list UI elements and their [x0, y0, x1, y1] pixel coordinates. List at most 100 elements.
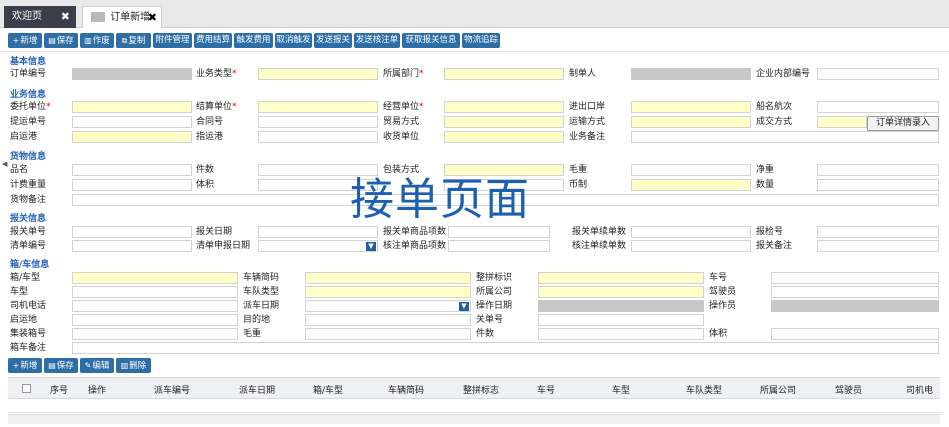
- chevron-down-icon[interactable]: ▼: [366, 242, 376, 251]
- label-customs-no: 报关单号: [10, 227, 47, 237]
- vehicle-add-button[interactable]: +新增: [8, 358, 42, 373]
- consignee-field[interactable]: [444, 131, 564, 143]
- deal-mode-field[interactable]: [817, 116, 867, 128]
- col-fleet-type[interactable]: 车队类型: [686, 383, 722, 396]
- plate-no-field[interactable]: [771, 272, 939, 284]
- col-plate-no[interactable]: 车号: [537, 383, 555, 396]
- label-dest-port: 指运港: [196, 132, 224, 142]
- port-field[interactable]: [631, 101, 751, 113]
- business-type-field[interactable]: [258, 68, 378, 80]
- contract-no-field[interactable]: [258, 116, 378, 128]
- inspection-no-field[interactable]: [817, 226, 939, 238]
- customs-remark-field[interactable]: [817, 240, 939, 252]
- col-company[interactable]: 所属公司: [760, 383, 796, 396]
- label-operate-date: 操作日期: [476, 301, 513, 311]
- customs-seal-field[interactable]: [538, 314, 704, 326]
- horizontal-scrollbar[interactable]: [8, 414, 940, 424]
- label-dispatch-date: 派车日期: [243, 301, 280, 311]
- charge-weight-field[interactable]: [72, 179, 192, 191]
- company-field[interactable]: [538, 286, 704, 298]
- label-customs-cont: 报关单续单数: [572, 227, 627, 237]
- vehicle-remark-field[interactable]: [72, 342, 939, 354]
- col-driver[interactable]: 驾驶员: [835, 383, 862, 396]
- col-dispatch-no[interactable]: 派车编号: [154, 383, 190, 396]
- origin-field[interactable]: [72, 314, 238, 326]
- tab-order-new[interactable]: 订单新增 ✖: [82, 6, 162, 28]
- business-remark-field[interactable]: [631, 131, 939, 143]
- col-consolidate[interactable]: 整拼标志: [463, 383, 499, 396]
- dispatch-date-field[interactable]: ▼: [305, 300, 471, 312]
- copy-button[interactable]: ⧉复制: [116, 33, 151, 48]
- vehicle-delete-button[interactable]: ▥删除: [116, 358, 151, 373]
- container-no-field[interactable]: [72, 328, 238, 340]
- department-field[interactable]: [444, 68, 564, 80]
- vehicle-edit-button[interactable]: ✎编辑: [80, 358, 114, 373]
- save-icon: ▤: [48, 361, 56, 370]
- collapse-arrow-icon[interactable]: ◀: [2, 160, 7, 168]
- send-customs-button[interactable]: 发送报关: [314, 33, 352, 48]
- destination-field[interactable]: [305, 314, 471, 326]
- col-driver-phone[interactable]: 司机电: [906, 383, 933, 396]
- list-date-field[interactable]: ▼: [258, 240, 378, 252]
- v-pieces-field[interactable]: [538, 328, 704, 340]
- driver-field[interactable]: [771, 286, 939, 298]
- close-icon[interactable]: ✖: [61, 6, 70, 28]
- col-vehicle-code[interactable]: 车辆简码: [388, 383, 424, 396]
- trade-mode-field[interactable]: [444, 116, 564, 128]
- col-vehicle-type[interactable]: 车型: [612, 383, 630, 396]
- vehicle-edit-label: 编辑: [92, 361, 110, 371]
- quantity-field[interactable]: [817, 179, 939, 191]
- v-gross-weight-field[interactable]: [305, 328, 471, 340]
- label-goods-name: 品名: [10, 165, 29, 175]
- vehicle-type-field[interactable]: [72, 286, 238, 298]
- box-type-field[interactable]: [72, 272, 238, 284]
- currency-field[interactable]: [631, 179, 751, 191]
- trigger-fee-label: 触发费用: [236, 35, 271, 45]
- depart-port-field[interactable]: [72, 131, 192, 143]
- label-business-remark: 业务备注: [569, 132, 606, 142]
- verify-items-field[interactable]: [448, 240, 550, 252]
- list-no-field[interactable]: [72, 240, 192, 252]
- send-verify-button[interactable]: 发送核注单: [354, 33, 400, 48]
- close-icon[interactable]: ✖: [148, 7, 157, 29]
- vehicle-code-field[interactable]: [305, 272, 471, 284]
- settle-unit-field[interactable]: [258, 101, 378, 113]
- logistics-track-button[interactable]: 物流追踪: [462, 33, 500, 48]
- operate-unit-field[interactable]: [444, 101, 564, 113]
- vehicle-save-button[interactable]: ▤保存: [44, 358, 78, 373]
- bl-no-field[interactable]: [72, 116, 192, 128]
- order-detail-button[interactable]: 订单详情录入: [867, 116, 939, 131]
- net-weight-field[interactable]: [817, 164, 939, 176]
- trigger-fee-button[interactable]: 触发费用: [234, 33, 273, 48]
- goods-name-field[interactable]: [72, 164, 192, 176]
- fleet-type-field[interactable]: [305, 286, 471, 298]
- internal-no-field[interactable]: [817, 68, 939, 80]
- driver-phone-field[interactable]: [72, 300, 238, 312]
- transport-mode-field[interactable]: [631, 116, 751, 128]
- customs-no-field[interactable]: [72, 226, 192, 238]
- col-dispatch-date[interactable]: 派车日期: [239, 383, 275, 396]
- dest-port-field[interactable]: [258, 131, 378, 143]
- client-field[interactable]: [72, 101, 192, 113]
- fee-settle-button[interactable]: 费用结算: [194, 33, 232, 48]
- void-button[interactable]: ▥作废: [80, 33, 114, 48]
- chevron-down-icon[interactable]: ▼: [459, 302, 469, 311]
- customs-cont-field[interactable]: [631, 226, 751, 238]
- vehicle-grid-body: [8, 399, 940, 413]
- col-box-type[interactable]: 箱/车型: [313, 383, 343, 396]
- col-seq[interactable]: 序号: [50, 383, 68, 396]
- verify-cont-field[interactable]: [631, 240, 751, 252]
- get-customs-info-button[interactable]: 获取报关信息: [402, 33, 460, 48]
- select-all-checkbox[interactable]: [22, 384, 31, 393]
- attachment-button[interactable]: 附件管理: [153, 33, 192, 48]
- tab-welcome[interactable]: 欢迎页 ✖: [4, 6, 76, 28]
- v-volume-field[interactable]: [771, 328, 939, 340]
- cancel-trigger-button[interactable]: 取消触发: [275, 33, 312, 48]
- consolidate-field[interactable]: [538, 272, 704, 284]
- tab-icon: [91, 12, 105, 22]
- col-operate[interactable]: 操作: [88, 383, 106, 396]
- vessel-field[interactable]: [817, 101, 939, 113]
- save-button[interactable]: ▤保存: [44, 33, 78, 48]
- gross-weight-field[interactable]: [631, 164, 751, 176]
- add-button[interactable]: +新增: [8, 33, 42, 48]
